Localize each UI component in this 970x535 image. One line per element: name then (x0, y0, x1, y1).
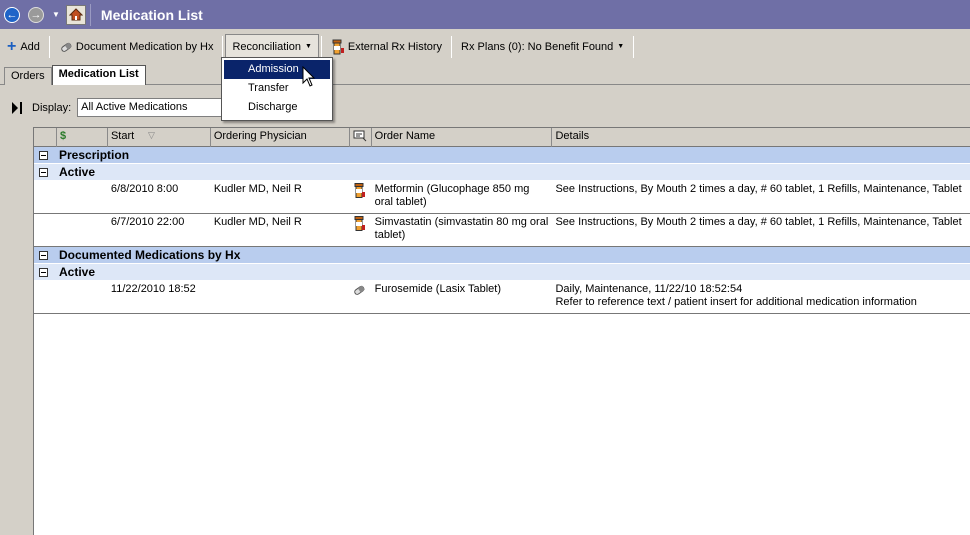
row-order-name: Simvastatin (simvastatin 80 mg oral tabl… (374, 216, 549, 241)
plus-icon: + (7, 37, 17, 55)
header-order-name[interactable]: Order Name (372, 128, 553, 147)
header-start[interactable]: Start ▽ (108, 128, 211, 147)
external-rx-history-button[interactable]: External Rx History (324, 34, 449, 59)
table-row[interactable]: 11/22/2010 18:52 Furosemide (Lasix Table… (34, 281, 970, 314)
toolbar: + Add Document Medication by Hx Reconcil… (0, 33, 636, 60)
history-dropdown-icon[interactable]: ▼ (52, 10, 60, 19)
header-details[interactable]: Details (552, 128, 970, 147)
row-start: 6/7/2010 22:00 (110, 216, 185, 228)
expand-bar-icon (20, 101, 22, 114)
table-row[interactable]: 6/8/2010 8:00 Kudler MD, Neil R Metformi… (34, 181, 970, 214)
group-label: Documented Medications by Hx (59, 248, 241, 262)
header-ordering-physician[interactable]: Ordering Physician (211, 128, 350, 147)
row-order-name: Furosemide (Lasix Tablet) (374, 283, 502, 295)
title-bar: ← → ▼ Medication List (0, 0, 970, 29)
row-details: See Instructions, By Mouth 2 times a day… (555, 216, 962, 228)
document-medication-label: Document Medication by Hx (75, 40, 214, 53)
toolbar-separator (451, 35, 453, 58)
row-physician (211, 281, 350, 313)
medication-grid: $ Start ▽ Ordering Physician Order Name … (33, 127, 970, 535)
row-spacer (34, 281, 108, 313)
tab-strip: Orders Medication List (4, 65, 146, 85)
group-header-prescription[interactable]: Prescription (34, 147, 970, 164)
tab-orders[interactable]: Orders (4, 67, 52, 85)
external-rx-history-label: External Rx History (347, 40, 443, 53)
group-label: Prescription (59, 148, 130, 162)
capsule-icon (61, 41, 72, 52)
grid-header: $ Start ▽ Ordering Physician Order Name … (34, 128, 970, 147)
reconciliation-menu: Admission Transfer Discharge (221, 57, 333, 121)
collapse-icon[interactable] (39, 150, 48, 160)
row-physician: Kudler MD, Neil R (213, 216, 302, 228)
toolbar-separator (320, 35, 322, 58)
subgroup-header-active[interactable]: Active (34, 264, 970, 281)
row-spacer (34, 181, 108, 213)
sort-descending-icon: ▽ (147, 130, 155, 140)
header-cost[interactable]: $ (57, 128, 108, 147)
display-label: Display: (32, 101, 72, 114)
note-flag-icon (353, 130, 367, 142)
pill-bottle-icon (350, 181, 372, 213)
reconciliation-button[interactable]: Reconciliation ▼ (225, 34, 319, 59)
row-start: 11/22/2010 18:52 (110, 283, 196, 295)
title-separator (89, 3, 91, 26)
table-row[interactable]: 6/7/2010 22:00 Kudler MD, Neil R Simvast… (34, 214, 970, 247)
row-order-name: Metformin (Glucophage 850 mg oral tablet… (374, 183, 530, 208)
toolbar-separator (222, 35, 224, 58)
subgroup-label: Active (59, 265, 96, 279)
capsule-icon (350, 281, 372, 313)
header-expand[interactable] (34, 128, 57, 147)
rx-plans-button[interactable]: Rx Plans (0): No Benefit Found ▼ (454, 34, 631, 59)
chevron-down-icon: ▼ (304, 43, 312, 50)
home-icon[interactable] (65, 4, 86, 25)
pill-bottle-icon (332, 39, 344, 54)
header-order-icon[interactable] (350, 128, 372, 147)
toolbar-separator (633, 35, 635, 58)
header-start-label: Start (110, 130, 135, 142)
pill-bottle-icon (350, 214, 372, 246)
window-title: Medication List (100, 6, 203, 23)
expand-triangle-icon[interactable] (12, 101, 18, 114)
back-arrow-icon[interactable]: ← (4, 6, 20, 23)
collapse-icon[interactable] (39, 167, 48, 177)
tab-medication-list[interactable]: Medication List (51, 65, 146, 85)
row-start: 6/8/2010 8:00 (110, 183, 179, 195)
row-details-line1: Daily, Maintenance, 11/22/10 18:52:54 (555, 283, 743, 295)
toolbar-separator (48, 35, 50, 58)
subgroup-header-active[interactable]: Active (34, 164, 970, 181)
mouse-cursor-icon (302, 66, 316, 87)
row-physician: Kudler MD, Neil R (213, 183, 302, 195)
add-button[interactable]: + Add (0, 34, 47, 59)
menu-item-discharge[interactable]: Discharge (224, 98, 330, 117)
group-header-documented-medications[interactable]: Documented Medications by Hx (34, 247, 970, 264)
rx-plans-label: Rx Plans (0): No Benefit Found (461, 40, 614, 53)
reconciliation-label: Reconciliation (232, 40, 301, 53)
subgroup-label: Active (59, 165, 96, 179)
forward-arrow-icon[interactable]: → (28, 6, 44, 23)
document-medication-button[interactable]: Document Medication by Hx (52, 34, 221, 59)
add-label: Add (20, 40, 40, 53)
row-details-line2: Refer to reference text / patient insert… (555, 296, 917, 308)
collapse-icon[interactable] (39, 267, 48, 277)
row-details: See Instructions, By Mouth 2 times a day… (555, 183, 962, 195)
chevron-down-icon: ▼ (617, 43, 625, 50)
row-details: Daily, Maintenance, 11/22/10 18:52:54 Re… (552, 281, 970, 313)
row-spacer (34, 214, 108, 246)
collapse-icon[interactable] (39, 250, 48, 260)
